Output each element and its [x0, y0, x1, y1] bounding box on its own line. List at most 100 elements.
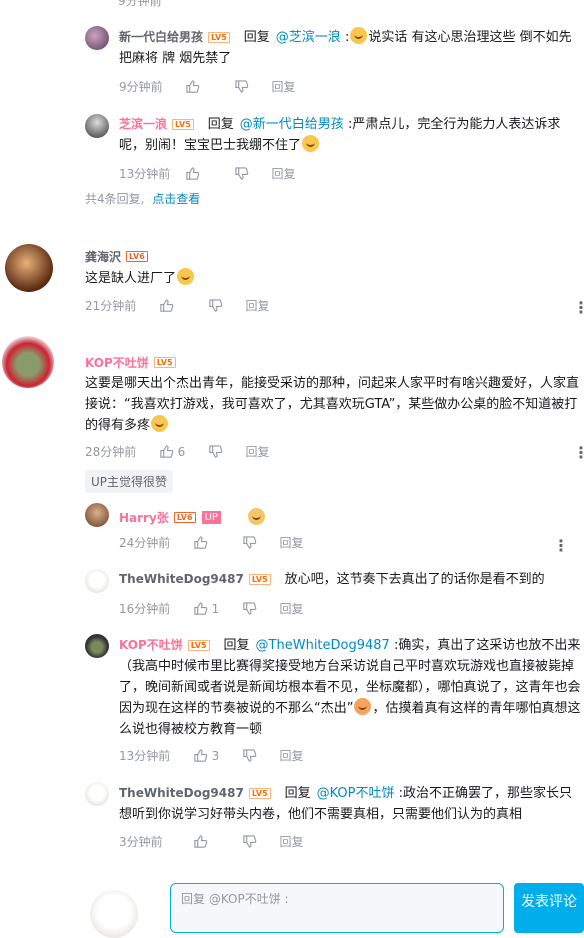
dislike-button[interactable]: [242, 748, 268, 763]
thumb-up-icon: [194, 749, 208, 762]
up-badge: UP: [201, 511, 221, 524]
reply-button[interactable]: 回复: [245, 443, 269, 460]
reply-keyword: 回复: [207, 117, 234, 132]
like-count: 3: [211, 748, 220, 763]
mention-link[interactable]: @新一代白给男孩: [240, 117, 344, 132]
comment-time: 28分钟前: [85, 445, 137, 459]
like-button[interactable]: [193, 535, 238, 550]
level-badge: LV6: [173, 512, 196, 523]
dislike-button[interactable]: [242, 601, 268, 616]
reply-keyword: 回复: [243, 30, 270, 45]
avatar[interactable]: [85, 782, 109, 806]
shy-emoji: [354, 698, 372, 715]
reply-body: 芝滨一浪 LV5 回复 @新一代白给男孩 :严肃点儿，完全行为能力人表达诉求呢，别闹！…: [119, 117, 561, 153]
username[interactable]: 龚海沢: [85, 250, 121, 264]
level-badge: LV5: [172, 119, 194, 130]
username[interactable]: KOP不吐饼: [85, 356, 149, 370]
reply-button[interactable]: 回复: [279, 534, 303, 551]
thumb-up-icon: [194, 602, 208, 615]
thumb-up-icon: [186, 80, 200, 93]
comment-meta: 21分钟前 回复: [85, 297, 270, 314]
thumb-down-icon: [234, 80, 248, 93]
reply-button[interactable]: 回复: [279, 600, 303, 617]
avatar[interactable]: [85, 114, 109, 138]
like-button[interactable]: 1: [193, 601, 238, 616]
username[interactable]: TheWhiteDog9487: [119, 572, 244, 586]
username[interactable]: TheWhiteDog9487: [119, 786, 244, 800]
mention-link[interactable]: @KOP不吐饼: [317, 786, 395, 801]
level-badge: LV5: [248, 574, 271, 585]
reply-button[interactable]: 回复: [271, 78, 295, 95]
submit-comment-button[interactable]: 发表评论: [514, 883, 584, 933]
grin-emoji: [151, 415, 169, 432]
dislike-button[interactable]: [208, 444, 234, 459]
thumb-up-icon: [160, 299, 174, 312]
thumb-up-icon: [186, 167, 200, 180]
reply-header: Harry张 LV6 UP: [119, 507, 266, 526]
thumb-down-icon: [242, 602, 256, 615]
dog-emoji: [248, 508, 266, 525]
thumb-down-icon: [208, 299, 222, 312]
dislike-button[interactable]: [242, 535, 268, 550]
avatar[interactable]: [5, 244, 53, 292]
like-button[interactable]: [159, 298, 204, 313]
thumb-down-icon: [208, 445, 222, 458]
reply-body: TheWhiteDog9487 LV5 放心吧，这节奏下去真出了的话你是看不到的: [119, 569, 579, 590]
reply-time: 9分钟前: [118, 0, 162, 8]
reply-body: KOP不吐饼 LV5 回复 @TheWhiteDog9487 :确实，真出了这采访也放…: [119, 638, 581, 737]
username[interactable]: Harry张: [119, 511, 169, 525]
avatar[interactable]: [85, 26, 109, 50]
reply-time: 9分钟前: [119, 80, 163, 94]
like-button[interactable]: 6: [159, 444, 204, 459]
reply-time: 24分钟前: [119, 536, 171, 550]
laugh-emoji: [177, 268, 195, 285]
more-options-icon[interactable]: ⋮: [573, 445, 584, 461]
avatar[interactable]: [85, 634, 109, 658]
reply-input[interactable]: 回复 @KOP不吐饼 :: [170, 883, 504, 933]
avatar[interactable]: [85, 569, 109, 593]
dislike-button[interactable]: [234, 166, 260, 181]
dislike-button[interactable]: [208, 298, 234, 313]
reply-meta: 16分钟前 1 回复: [119, 600, 304, 617]
username[interactable]: 新一代白给男孩: [119, 30, 203, 44]
thumb-down-icon: [234, 167, 248, 180]
comment-body: 这要是哪天出个杰出青年，能接受采访的那种，问起来人家平时有啥兴趣爱好，人家直接说…: [85, 373, 579, 436]
reply-time: 16分钟前: [119, 602, 171, 616]
thumb-down-icon: [242, 536, 256, 549]
thumb-down-icon: [242, 749, 256, 762]
current-user-avatar: [90, 890, 138, 938]
like-button[interactable]: 3: [193, 748, 238, 763]
level-badge: LV6: [126, 251, 148, 262]
reply-button[interactable]: 回复: [245, 297, 269, 314]
like-button[interactable]: [185, 166, 230, 181]
view-more-link[interactable]: 点击查看: [152, 190, 200, 207]
reply-time: 3分钟前: [119, 835, 163, 849]
comment-header: KOP不吐饼 LV5: [85, 352, 176, 371]
avatar[interactable]: [85, 503, 109, 527]
avatar[interactable]: [2, 336, 54, 388]
reply-button[interactable]: 回复: [271, 165, 295, 182]
reply-summary: 共4条回复, 点击查看: [85, 190, 200, 207]
username[interactable]: 芝滨一浪: [119, 117, 167, 131]
reply-time: 13分钟前: [119, 749, 171, 763]
reply-body: 新一代白给男孩 LV5 回复 @芝滨一浪 : 说实话 有这心思治理这些 倒不如先把麻将 …: [119, 27, 579, 69]
reply-meta: 13分钟前 3 回复: [119, 747, 304, 764]
more-options-icon[interactable]: ⋮: [573, 300, 584, 316]
reply-button[interactable]: 回复: [279, 833, 303, 850]
username[interactable]: KOP不吐饼: [119, 638, 183, 652]
reply-button[interactable]: 回复: [279, 747, 303, 764]
reply-meta: 3分钟前 回复: [119, 833, 304, 850]
dislike-button[interactable]: [242, 834, 268, 849]
reply-keyword: 回复: [284, 786, 311, 801]
thumb-down-icon: [242, 835, 256, 848]
mention-link[interactable]: @芝滨一浪: [276, 30, 341, 45]
like-button[interactable]: [193, 834, 238, 849]
like-button[interactable]: [185, 79, 230, 94]
reply-time: 13分钟前: [119, 167, 171, 181]
comment-header: 龚海沢 LV6: [85, 246, 148, 265]
level-badge: LV5: [248, 788, 271, 799]
more-options-icon[interactable]: ⋮: [553, 538, 569, 554]
dislike-button[interactable]: [234, 79, 260, 94]
comment-meta: 28分钟前 6 回复: [85, 443, 270, 460]
mention-link[interactable]: @TheWhiteDog9487: [256, 638, 390, 653]
